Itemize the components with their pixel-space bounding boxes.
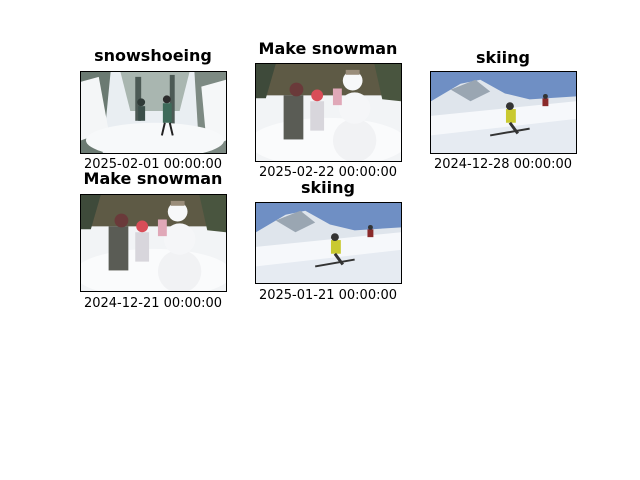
panel-title-snowshoeing: snowshoeing: [94, 46, 212, 65]
panel-date: 2025-01-21 00:00:00: [258, 288, 398, 303]
skiing-photo: [255, 202, 402, 284]
panel-title-make-snowman: Make snowman: [258, 39, 398, 58]
panel-title-skiing: skiing: [301, 178, 355, 197]
panel-date: 2024-12-28 00:00:00: [433, 157, 573, 172]
panel-date: 2024-12-21 00:00:00: [83, 296, 223, 311]
panel-title-skiing: skiing: [476, 48, 530, 67]
snowman-photo: [255, 63, 402, 162]
snowshoeing-photo: [80, 71, 227, 154]
panel-title-make-snowman: Make snowman: [83, 169, 223, 188]
snowman-photo: [80, 194, 227, 292]
skiing-photo: [430, 71, 577, 154]
